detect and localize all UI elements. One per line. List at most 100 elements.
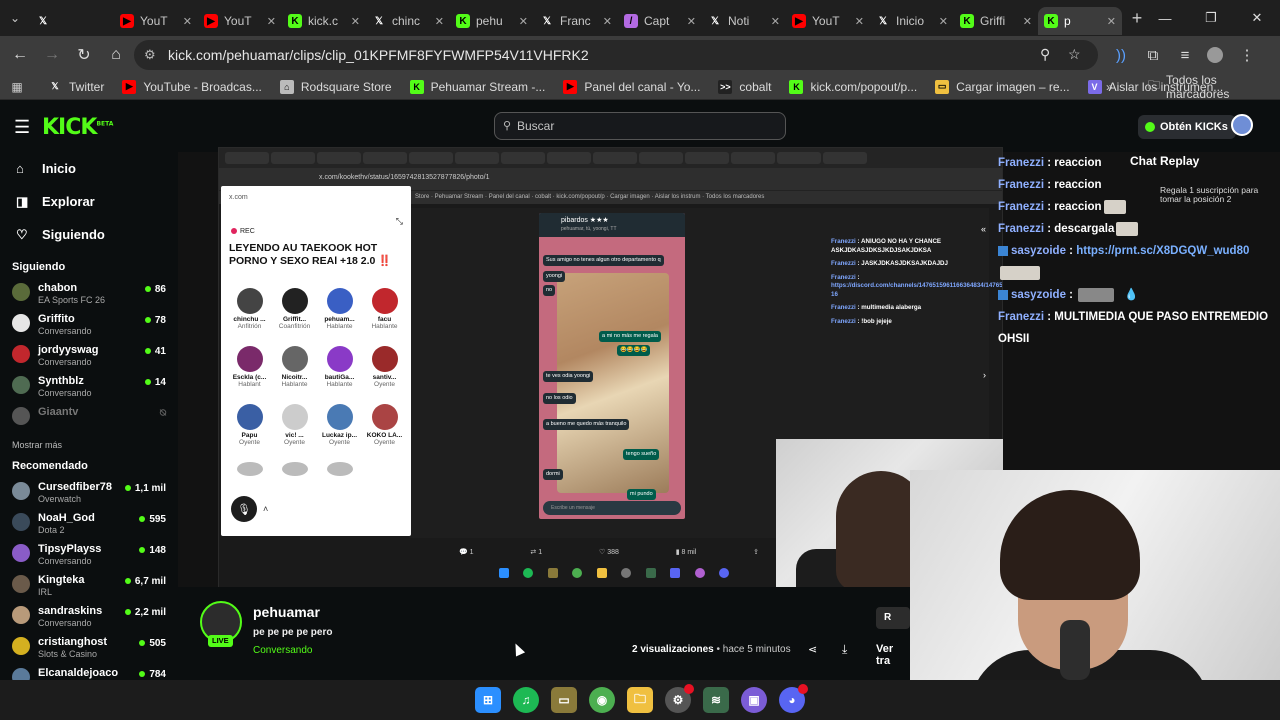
- forward-icon[interactable]: →: [36, 39, 68, 71]
- hamburger-menu-icon[interactable]: ☰: [14, 117, 30, 138]
- browser-tab[interactable]: 𝕏 Inicio ✕: [870, 7, 954, 35]
- minimize-icon[interactable]: —: [1142, 0, 1188, 36]
- nav-inicio[interactable]: ⌂ Inicio: [0, 152, 178, 185]
- close-tab-icon[interactable]: ✕: [183, 15, 192, 28]
- channel-item[interactable]: jordyyswag Conversando 41: [0, 339, 178, 370]
- twitch-icon[interactable]: ▣: [741, 687, 767, 713]
- chat-username[interactable]: sasyzoide: [1011, 245, 1066, 257]
- chat-link[interactable]: https://prnt.sc/X8DGQW_wud80: [1076, 245, 1249, 257]
- viewer-count-value: 595: [149, 514, 166, 525]
- chat-username[interactable]: sasyzoide: [1011, 289, 1066, 301]
- app-icon[interactable]: ▭: [551, 687, 577, 713]
- nav-siguiendo[interactable]: ♡ Siguiendo: [0, 218, 178, 251]
- bookmark-item[interactable]: >> cobalt: [718, 79, 771, 94]
- windows-start-icon[interactable]: ⊞: [475, 687, 501, 713]
- close-tab-icon[interactable]: ✕: [603, 15, 612, 28]
- extensions-icon[interactable]: ⧉: [1138, 40, 1168, 70]
- channel-item[interactable]: cristianghost Slots & Casino 505: [0, 631, 178, 662]
- channel-item[interactable]: sandraskins Conversando 2,2 mil: [0, 600, 178, 631]
- channel-item[interactable]: chabon EA Sports FC 26 86: [0, 277, 178, 308]
- browser-tab[interactable]: ▶ YouT ✕: [786, 7, 870, 35]
- search-input[interactable]: ⚲ Buscar: [494, 112, 786, 140]
- channel-item[interactable]: NoaH_God Dota 2 595: [0, 507, 178, 538]
- channel-item[interactable]: Giaantv ⍉: [0, 401, 178, 432]
- show-more-link[interactable]: Mostrar más: [0, 432, 178, 456]
- zoom-icon[interactable]: ⚲: [1040, 46, 1050, 63]
- chat-username[interactable]: Franezzi: [998, 311, 1044, 323]
- apps-icon[interactable]: ▦: [0, 80, 34, 94]
- browser-tab[interactable]: 𝕏chinc ✕: [366, 7, 450, 35]
- close-icon[interactable]: ✕: [1234, 0, 1280, 36]
- clip-action-button[interactable]: R: [876, 607, 910, 629]
- browser-tab[interactable]: Kp ✕: [1038, 7, 1122, 35]
- discord-icon[interactable]: ◕: [779, 684, 808, 713]
- home-icon[interactable]: ⌂: [100, 39, 132, 71]
- chat-username[interactable]: Franezzi: [998, 157, 1044, 169]
- nav-explorar[interactable]: ◨ Explorar: [0, 185, 178, 218]
- spotify-icon[interactable]: ♫: [513, 687, 539, 713]
- channel-item[interactable]: Synthblz Conversando 14: [0, 370, 178, 401]
- close-tab-icon[interactable]: ✕: [855, 15, 864, 28]
- channel-item[interactable]: Kingteka IRL 6,7 mil: [0, 569, 178, 600]
- channel-item[interactable]: Cursedfiber78 Overwatch 1,1 mil: [0, 476, 178, 507]
- chat-bubble: a bueno me quedo más tranquilo: [543, 419, 630, 430]
- menu-icon[interactable]: ⋮: [1232, 40, 1262, 70]
- bookmark-item[interactable]: ▶ YouTube - Broadcas...: [122, 79, 262, 94]
- close-tab-icon[interactable]: ✕: [687, 15, 696, 28]
- chat-username[interactable]: Franezzi: [998, 179, 1044, 191]
- url-field[interactable]: ⚙ kick.com/pehuamar/clips/clip_01KPFMF8F…: [134, 40, 1098, 70]
- browser-tab[interactable]: K Griffi ✕: [954, 7, 1038, 35]
- close-tab-icon[interactable]: ✕: [267, 15, 276, 28]
- tab-search-icon[interactable]: ⌄: [0, 0, 30, 36]
- all-bookmarks[interactable]: 🗀 Todos los marcadores: [1148, 73, 1280, 101]
- browser-tab[interactable]: 𝕏: [30, 7, 114, 35]
- chat-username[interactable]: Franezzi: [998, 223, 1044, 235]
- chat-username[interactable]: Franezzi: [998, 201, 1044, 213]
- user-avatar[interactable]: [1231, 114, 1253, 136]
- bookmark-item[interactable]: Kkick.com/popout/p...: [789, 79, 917, 94]
- bookmark-item[interactable]: ⌂ Rodsquare Store: [279, 79, 392, 94]
- chrome-icon[interactable]: ◉: [589, 687, 615, 713]
- browser-tab[interactable]: Kpehu ✕: [450, 7, 534, 35]
- watch-stream-button[interactable]: Ver tra: [876, 643, 910, 667]
- bookmark-item[interactable]: K Pehuamar Stream -...: [409, 79, 545, 94]
- file-explorer-icon[interactable]: 🗀: [627, 687, 653, 713]
- browser-tab[interactable]: ▶ YouT ✕: [198, 7, 282, 35]
- clip-category[interactable]: Conversando: [253, 645, 312, 656]
- bookmark-star-icon[interactable]: ☆: [1068, 46, 1081, 63]
- chevron-right-icon[interactable]: »: [1106, 80, 1113, 94]
- browser-tab[interactable]: 𝕏 Franc ✕: [534, 7, 618, 35]
- close-tab-icon[interactable]: ✕: [939, 15, 948, 28]
- back-icon[interactable]: ←: [4, 39, 36, 71]
- settings-icon[interactable]: ⚙: [665, 684, 694, 713]
- reload-icon[interactable]: ↻: [68, 39, 100, 71]
- site-info-icon[interactable]: ⚙: [144, 47, 156, 63]
- close-tab-icon[interactable]: ✕: [1023, 15, 1032, 28]
- extension-audio-icon[interactable]: )): [1106, 40, 1136, 70]
- channel-item[interactable]: Griffito Conversando 78: [0, 308, 178, 339]
- close-tab-icon[interactable]: ✕: [519, 15, 528, 28]
- bookmark-item[interactable]: ▭ Cargar imagen – re...: [935, 79, 1070, 94]
- channel-item[interactable]: TipsyPlayss Conversando 148: [0, 538, 178, 569]
- app-icon[interactable]: ≋: [703, 687, 729, 713]
- share-icon[interactable]: ⋖: [808, 643, 817, 656]
- close-tab-icon[interactable]: ✕: [771, 15, 780, 28]
- bookmark-item[interactable]: ▶ Panel del canal - Yo...: [563, 79, 700, 94]
- close-tab-icon[interactable]: ✕: [351, 15, 360, 28]
- close-tab-icon[interactable]: ✕: [435, 15, 444, 28]
- x-tab-icon: 𝕏: [374, 15, 384, 27]
- close-tab-icon[interactable]: ✕: [1107, 15, 1116, 28]
- download-icon[interactable]: ⤓: [842, 642, 847, 657]
- get-kicks-button[interactable]: Obtén KICKs: [1138, 115, 1236, 139]
- bookmark-item[interactable]: 𝕏 Twitter: [48, 80, 104, 94]
- browser-tab[interactable]: Kkick.c ✕: [282, 7, 366, 35]
- profile-icon[interactable]: [1200, 40, 1230, 70]
- browser-tab[interactable]: / Capt ✕: [618, 7, 702, 35]
- live-dot-icon: [139, 547, 146, 553]
- channel-name[interactable]: pehuamar: [253, 604, 320, 620]
- maximize-icon[interactable]: ❐: [1188, 0, 1234, 36]
- browser-tab[interactable]: ▶ YouT ✕: [114, 7, 198, 35]
- browser-tab[interactable]: 𝕏 Noti ✕: [702, 7, 786, 35]
- kick-logo[interactable]: KICKBETA: [42, 115, 113, 140]
- media-control-icon[interactable]: ≡: [1170, 40, 1200, 70]
